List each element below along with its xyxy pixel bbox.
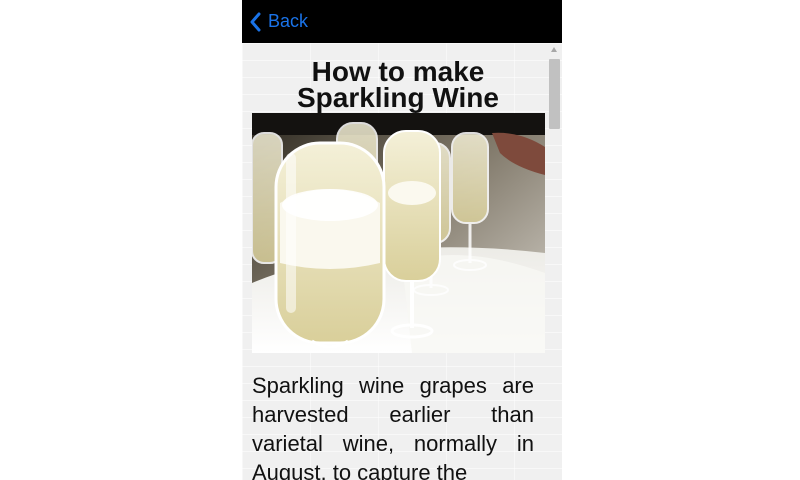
scrollbar[interactable] xyxy=(548,47,560,477)
article-body-text: Sparkling wine grapes are harvested earl… xyxy=(252,373,534,480)
scroll-up-arrow-icon[interactable] xyxy=(551,47,557,52)
back-button[interactable]: Back xyxy=(248,8,308,35)
article-title: How to make Sparkling Wine xyxy=(296,56,499,113)
chevron-left-icon xyxy=(248,11,262,33)
article-content[interactable]: How to make Sparkling Wine Sparkling win… xyxy=(242,43,562,480)
app-screen: Back How to make Sparkling Wine Sparklin… xyxy=(242,0,562,480)
top-navigation-bar: Back xyxy=(242,0,562,43)
sparkling-wine-image xyxy=(252,113,545,353)
back-label: Back xyxy=(268,11,309,31)
scrollbar-thumb[interactable] xyxy=(549,59,560,129)
